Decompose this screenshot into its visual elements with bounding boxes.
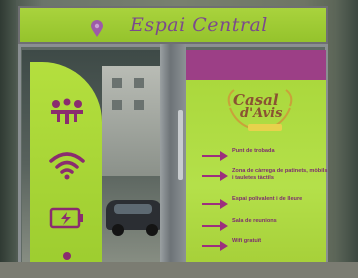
building-window [134, 100, 144, 110]
door-handle [178, 110, 183, 180]
logo-banner [248, 124, 282, 131]
sign-title: Espai Central [130, 14, 268, 36]
arrow-right-icon [202, 241, 228, 251]
left-wall [0, 0, 16, 278]
feature-text: Punt de trobada [232, 148, 275, 154]
building-window [134, 78, 144, 88]
arrow-right-icon [202, 151, 228, 161]
arrow-right-icon [202, 199, 228, 209]
right-wall [336, 0, 358, 278]
storefront-photo: Espai Central Casal d'Avis Punt de troba… [0, 0, 358, 278]
car-wheel [112, 224, 124, 236]
icon-decal-panel [30, 62, 102, 278]
storefront-sign: Espai Central [18, 6, 328, 44]
arrow-right-icon [202, 221, 228, 231]
feature-text: Wifi gratuït [232, 238, 262, 244]
location-pin-icon [91, 20, 103, 37]
building-window [112, 78, 122, 88]
feature-text: Zona de càrrega de patinets, mòbils i ta… [232, 168, 328, 181]
feature-text: Espai polivalent i de lleure [232, 196, 303, 202]
car-wheel [146, 224, 158, 236]
feature-text: Sala de reunions [232, 218, 277, 224]
sidewalk [0, 262, 358, 278]
building-window [112, 100, 122, 110]
meeting-people-icon [51, 98, 83, 124]
battery-charging-icon [49, 207, 83, 229]
logo-text-line2: d'Avis [240, 106, 283, 121]
door-top-band [186, 50, 326, 80]
arrow-right-icon [202, 171, 228, 181]
reflected-building [102, 66, 160, 176]
car-window [114, 204, 152, 214]
wifi-icon [49, 152, 85, 180]
